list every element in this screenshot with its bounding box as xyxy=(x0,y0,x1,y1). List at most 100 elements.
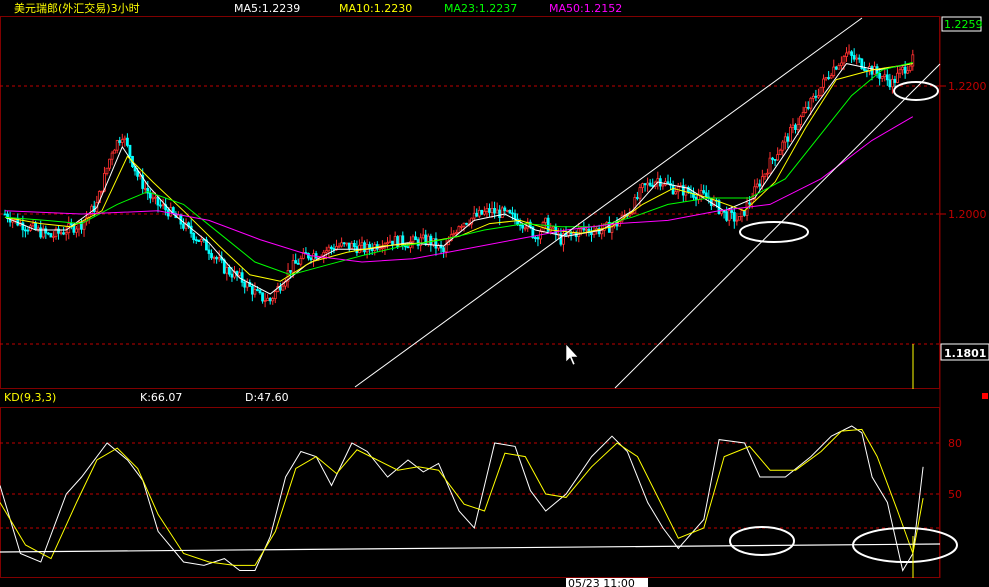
candle-body xyxy=(837,65,841,70)
candle-body xyxy=(740,210,744,217)
candle-body xyxy=(253,289,257,295)
candle-body xyxy=(804,106,808,113)
candle-body xyxy=(534,237,537,239)
candle-body xyxy=(845,52,848,57)
kd-line-k xyxy=(0,425,924,572)
candle-body xyxy=(363,242,366,253)
candle-body xyxy=(643,183,647,186)
candle-body xyxy=(590,231,593,236)
candle-body xyxy=(337,245,341,248)
candle-body xyxy=(250,285,254,295)
candle-body xyxy=(901,66,904,71)
candle-body xyxy=(794,124,797,130)
candle-body xyxy=(360,242,364,246)
candle-body xyxy=(225,267,229,274)
candle-body xyxy=(148,192,152,199)
candle-body xyxy=(69,223,73,226)
kd-lines xyxy=(0,425,924,572)
candlesticks xyxy=(3,44,915,308)
candle-body xyxy=(503,207,507,212)
candle-body xyxy=(222,259,226,274)
ma-line-ma10 xyxy=(4,63,913,282)
candle-body xyxy=(505,209,509,212)
candle-body xyxy=(49,233,53,238)
candle-body xyxy=(199,238,203,242)
candle-body xyxy=(513,213,517,220)
candle-body xyxy=(312,253,315,261)
candle-body xyxy=(783,136,787,143)
candle-body xyxy=(638,187,642,199)
candle-body xyxy=(238,272,242,276)
candle-body xyxy=(393,236,397,246)
candle-body xyxy=(758,183,762,187)
candle-body xyxy=(500,207,504,218)
candle-body xyxy=(786,136,790,142)
candle-body xyxy=(309,257,313,261)
candle-body xyxy=(406,246,410,249)
candle-body xyxy=(735,219,739,222)
candle-body xyxy=(108,158,111,169)
price-tick-label: 1.2200 xyxy=(948,80,987,93)
candle-body xyxy=(128,144,132,157)
candle-body xyxy=(340,242,344,247)
current-price-label: 1.2259 xyxy=(944,18,983,31)
candle-body xyxy=(342,242,346,245)
indicator-ma10: MA10:1.2230 xyxy=(339,2,412,15)
candle-body xyxy=(327,246,331,252)
kd-indicator-k: K:66.07 xyxy=(140,391,182,404)
candle-body xyxy=(281,285,285,291)
price-panel-frame xyxy=(0,16,940,389)
candle-body xyxy=(46,232,50,235)
kd-panel-frame xyxy=(0,407,940,578)
candle-body xyxy=(391,240,395,246)
candle-body xyxy=(59,232,63,235)
candle-body xyxy=(263,300,267,302)
chart-title: 美元瑞郎(外汇交易)3小时 xyxy=(14,1,140,15)
kd-tick-label: 80 xyxy=(948,437,962,450)
candle-body xyxy=(852,55,856,60)
candle-body xyxy=(105,167,109,174)
candle-body xyxy=(156,196,160,206)
candle-body xyxy=(217,257,221,260)
candle-body xyxy=(817,95,820,98)
candle-body xyxy=(227,267,231,275)
candle-body xyxy=(569,232,573,235)
candle-body xyxy=(827,77,831,79)
candle-body xyxy=(536,237,540,240)
candle-body xyxy=(350,243,354,249)
candle-body xyxy=(822,78,825,88)
candle-body xyxy=(755,183,759,188)
candle-body xyxy=(796,124,800,130)
candle-body xyxy=(52,235,55,238)
candle-body xyxy=(240,272,244,283)
candle-body xyxy=(771,157,774,160)
candle-body xyxy=(847,51,851,54)
candle-body xyxy=(347,242,351,249)
candle-body xyxy=(120,139,124,143)
candle-body xyxy=(388,240,392,243)
candle-body xyxy=(521,225,525,229)
candle-body xyxy=(159,204,162,207)
candle-body xyxy=(123,137,127,141)
candle-body xyxy=(472,212,476,219)
candle-body xyxy=(289,270,293,273)
forex-chart[interactable]: 美元瑞郎(外汇交易)3小时 MA5:1.2239 MA10:1.2230 MA23:… xyxy=(0,0,989,587)
candle-body xyxy=(488,208,491,213)
candle-body xyxy=(197,239,201,242)
candle-body xyxy=(666,181,670,184)
candle-body xyxy=(230,273,234,278)
candle-body xyxy=(39,227,43,238)
candle-body xyxy=(722,210,726,213)
candle-body xyxy=(600,229,604,235)
candle-body xyxy=(113,149,117,154)
candle-body xyxy=(3,213,7,216)
candle-body xyxy=(799,116,802,125)
candle-body xyxy=(806,106,810,109)
candle-body xyxy=(674,191,678,195)
candle-body xyxy=(791,124,795,128)
mouse-pointer-icon xyxy=(565,343,579,366)
candle-body xyxy=(26,229,30,232)
candle-body xyxy=(278,286,282,291)
candle-body xyxy=(720,210,723,215)
candle-body xyxy=(273,291,277,300)
